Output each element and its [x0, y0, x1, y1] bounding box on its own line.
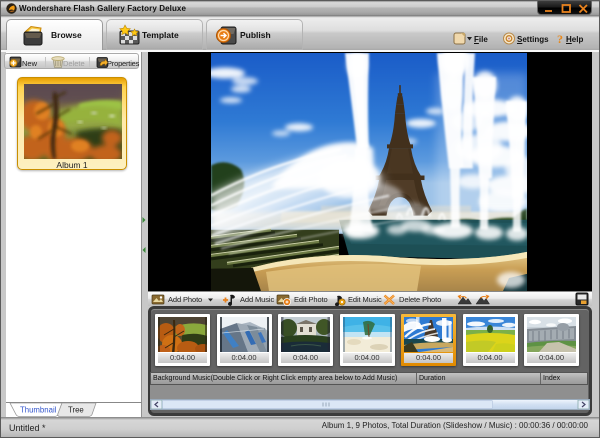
svg-text:Tree: Tree — [68, 406, 84, 415]
svg-text:?: ? — [557, 32, 563, 46]
svg-text:Thumbnail: Thumbnail — [20, 406, 57, 415]
